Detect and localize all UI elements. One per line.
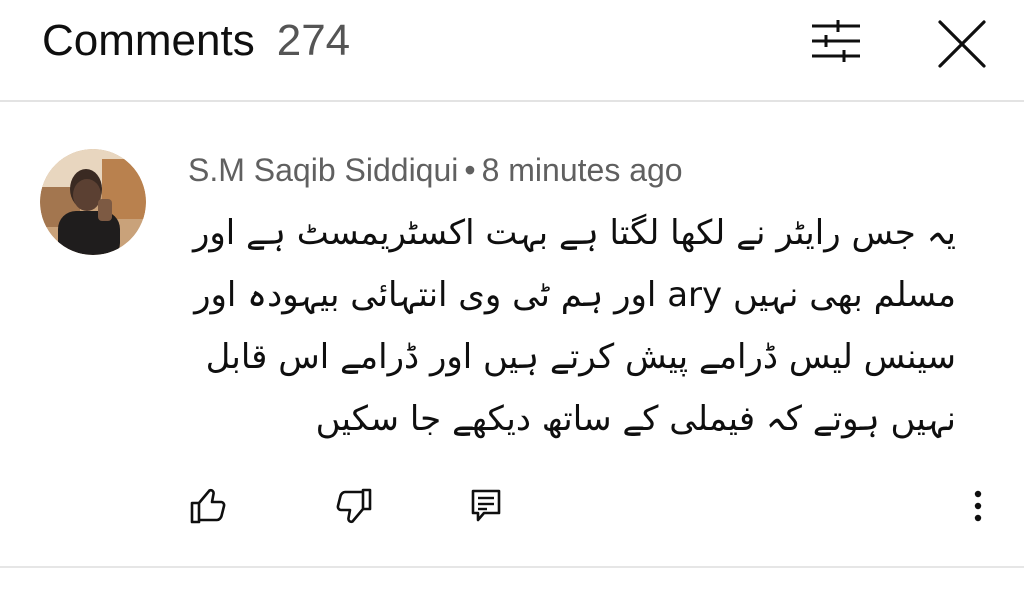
- comments-count: 274: [276, 16, 351, 65]
- thumbs-up-icon[interactable]: [188, 486, 228, 526]
- comments-title-label: Comments: [42, 16, 255, 65]
- comment-meta: S.M Saqib Siddiqui • 8 minutes ago: [188, 150, 683, 190]
- comment-text: یہ جس رایٹر نے لکھا لگتا ہے بہت اکسٹریمس…: [192, 213, 956, 439]
- comments-title: Comments 274: [42, 14, 350, 68]
- close-icon[interactable]: [934, 16, 990, 72]
- comment-item: S.M Saqib Siddiqui • 8 minutes ago یہ جس ر…: [0, 104, 1024, 566]
- comment-actions: [0, 476, 1024, 536]
- more-vertical-icon[interactable]: [958, 486, 998, 526]
- comment-author[interactable]: S.M Saqib Siddiqui: [188, 152, 458, 188]
- comment-time[interactable]: 8 minutes ago: [482, 152, 683, 188]
- comments-header: Comments 274: [0, 0, 1024, 102]
- sliders-icon[interactable]: [808, 18, 864, 64]
- thumbs-down-icon[interactable]: [334, 486, 374, 526]
- meta-separator: •: [464, 152, 476, 188]
- bottom-divider: [0, 566, 1024, 568]
- avatar[interactable]: [40, 149, 146, 255]
- reply-comment-icon[interactable]: [466, 486, 506, 526]
